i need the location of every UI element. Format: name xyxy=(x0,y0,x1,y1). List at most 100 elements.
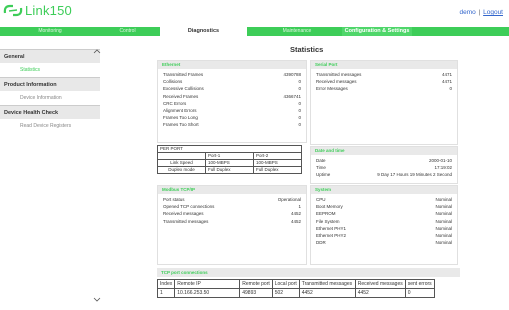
system-value: Nominal xyxy=(435,240,452,246)
table-row: 1 10.166.253.50 49893 502 4452 4452 0 xyxy=(156,288,435,298)
app-title: Link150 xyxy=(25,3,72,18)
ethernet-value: 0 xyxy=(298,86,301,92)
scrollbar-arrows xyxy=(93,49,101,302)
page-title: Statistics xyxy=(290,45,324,54)
modbus-value: Operational xyxy=(277,197,301,202)
ethernet-row: Collisions 0 xyxy=(158,78,306,85)
tcp-cell: 1 xyxy=(156,288,176,298)
system-panel: System CPU Nominal Boot Memory Nominal EEPRO… xyxy=(310,185,458,265)
per-port-title: PER PORT xyxy=(157,145,302,153)
system-label: File System xyxy=(316,218,340,224)
scroll-up-icon xyxy=(93,49,101,54)
header: Link150 demo | Logout xyxy=(0,0,509,26)
per-port-cell: Duplex mode xyxy=(157,166,206,174)
ethernet-row: Frames Too Long 0 xyxy=(158,114,306,121)
ethernet-value: 0 xyxy=(298,107,301,113)
ethernet-row: Received Frames 4366741 xyxy=(158,93,306,100)
system-row: Boot Memory Nominal xyxy=(311,203,457,210)
tab-monitoring[interactable]: Monitoring xyxy=(0,27,100,36)
per-port-cell: Link Speed xyxy=(157,159,206,167)
serial-value: 4471 xyxy=(441,79,452,85)
tab-control[interactable]: Control xyxy=(100,27,155,36)
ethernet-label: Transmitted Frames xyxy=(163,72,204,77)
serial-row: Error Messages 0 xyxy=(311,85,457,92)
per-port-cell: Full Duplex xyxy=(253,166,302,174)
modbus-row: Port status Operational xyxy=(158,196,306,203)
ethernet-value: 4390788 xyxy=(283,72,301,77)
tcp-cell: 0 xyxy=(404,288,435,298)
tcp-header: Remote port xyxy=(239,279,273,289)
sidebar-scrollbar[interactable] xyxy=(93,47,101,305)
system-label: CPU xyxy=(316,197,326,202)
tab-configuration-settings[interactable]: Configuration & Settings xyxy=(342,27,412,36)
system-value: Nominal xyxy=(435,211,452,217)
modbus-row: Transmitted messages 4452 xyxy=(158,218,306,225)
system-panel-title: System xyxy=(311,186,457,194)
ethernet-row: Alignment Errors 0 xyxy=(158,107,306,114)
date-time-panel: Date and time Date 2000-01-10 Time 17:19:02… xyxy=(310,146,458,184)
tcp-header: Remote IP xyxy=(174,279,241,289)
user-name: demo xyxy=(459,9,476,16)
tcp-cell: 4452 xyxy=(298,288,356,298)
system-value: Nominal xyxy=(435,218,452,224)
ethernet-value: 0 xyxy=(298,115,301,121)
ethernet-panel-title: Ethernet xyxy=(158,61,306,69)
per-port-header-port1: Port-1 xyxy=(205,152,254,160)
modbus-panel: Modbus TCP/IP Port status Operational Open… xyxy=(157,185,307,265)
logout-link[interactable]: Logout xyxy=(483,9,503,16)
modbus-row: Received messages 4452 xyxy=(158,210,306,217)
ethernet-label: Frames Too Short xyxy=(163,122,199,128)
date-time-label: Date xyxy=(316,158,326,163)
system-label: Ethernet PHY2 xyxy=(316,232,347,238)
ethernet-row: Transmitted Frames 4390788 xyxy=(158,71,306,78)
per-port-header-port2: Port-2 xyxy=(253,152,302,160)
tcp-cell: 502 xyxy=(271,288,300,298)
date-time-label: Time xyxy=(316,165,326,171)
serial-value: 4471 xyxy=(441,72,452,77)
sidebar-section-device-health-check[interactable]: Device Health Check xyxy=(0,105,100,119)
main-nav: Monitoring Control Diagnostics Maintenan… xyxy=(0,27,509,36)
per-port-cell: Full Duplex xyxy=(205,166,254,174)
date-time-row: Time 17:19:02 xyxy=(311,164,457,171)
sidebar-item-read-device-registers[interactable]: Read Device Registers xyxy=(0,119,100,133)
sidebar-item-device-information[interactable]: Device Information xyxy=(0,91,100,105)
tcp-header: Received messages xyxy=(354,279,406,289)
sidebar-item-statistics[interactable]: Statistics xyxy=(0,63,100,77)
modbus-label: Port status xyxy=(163,197,185,202)
serial-rows: Transmitted messages 4471 Received message… xyxy=(311,69,457,93)
tcp-cell: 49893 xyxy=(239,288,273,298)
system-value: Nominal xyxy=(435,204,452,210)
ethernet-value: 0 xyxy=(298,122,301,128)
per-port-table: PER PORT Port-1 Port-2 Link Speed 100-MB… xyxy=(157,145,302,174)
ethernet-value: 4366741 xyxy=(283,93,301,99)
per-port-header-blank xyxy=(157,152,206,160)
system-row: Ethernet PHY2 Nominal xyxy=(311,232,457,239)
ethernet-label: Collisions xyxy=(163,79,183,85)
system-value: Nominal xyxy=(435,197,452,202)
serial-label: Received messages xyxy=(316,79,357,85)
date-time-row: Uptime 9 Day 17 Hours 19 Minutes 2 Second xyxy=(311,171,457,178)
date-time-value: 9 Day 17 Hours 19 Minutes 2 Second xyxy=(377,172,452,178)
tab-diagnostics[interactable]: Diagnostics xyxy=(160,27,247,36)
tcp-header: Local port xyxy=(271,279,300,289)
ethernet-row: Frames Too Short 0 xyxy=(158,121,306,128)
system-row: CPU Nominal xyxy=(311,196,457,203)
modbus-value: 4452 xyxy=(290,211,301,217)
ethernet-label: CRC Errors xyxy=(163,100,187,106)
tcp-table: Index Remote IP Remote port Local port T… xyxy=(156,279,435,298)
ethernet-value: 0 xyxy=(298,100,301,106)
modbus-value: 1 xyxy=(298,204,301,210)
ethernet-panel: Ethernet Transmitted Frames 4390788 Collis… xyxy=(157,60,307,143)
sidebar-section-product-information[interactable]: Product Information xyxy=(0,77,100,91)
link-logo-icon xyxy=(3,4,23,17)
modbus-panel-title: Modbus TCP/IP xyxy=(158,186,306,194)
modbus-label: Transmitted messages xyxy=(163,218,209,224)
date-time-rows: Date 2000-01-10 Time 17:19:02 Uptime 9 Day 17… xyxy=(311,155,457,179)
tab-maintenance[interactable]: Maintenance xyxy=(252,27,342,36)
system-value: Nominal xyxy=(435,232,452,238)
modbus-rows: Port status Operational Opened TCP connect… xyxy=(158,194,306,225)
sidebar-section-general[interactable]: General xyxy=(0,49,100,63)
app-logo[interactable]: Link150 xyxy=(3,3,72,18)
system-row: File System Nominal xyxy=(311,218,457,225)
tcp-header: Transmitted messages xyxy=(298,279,356,289)
